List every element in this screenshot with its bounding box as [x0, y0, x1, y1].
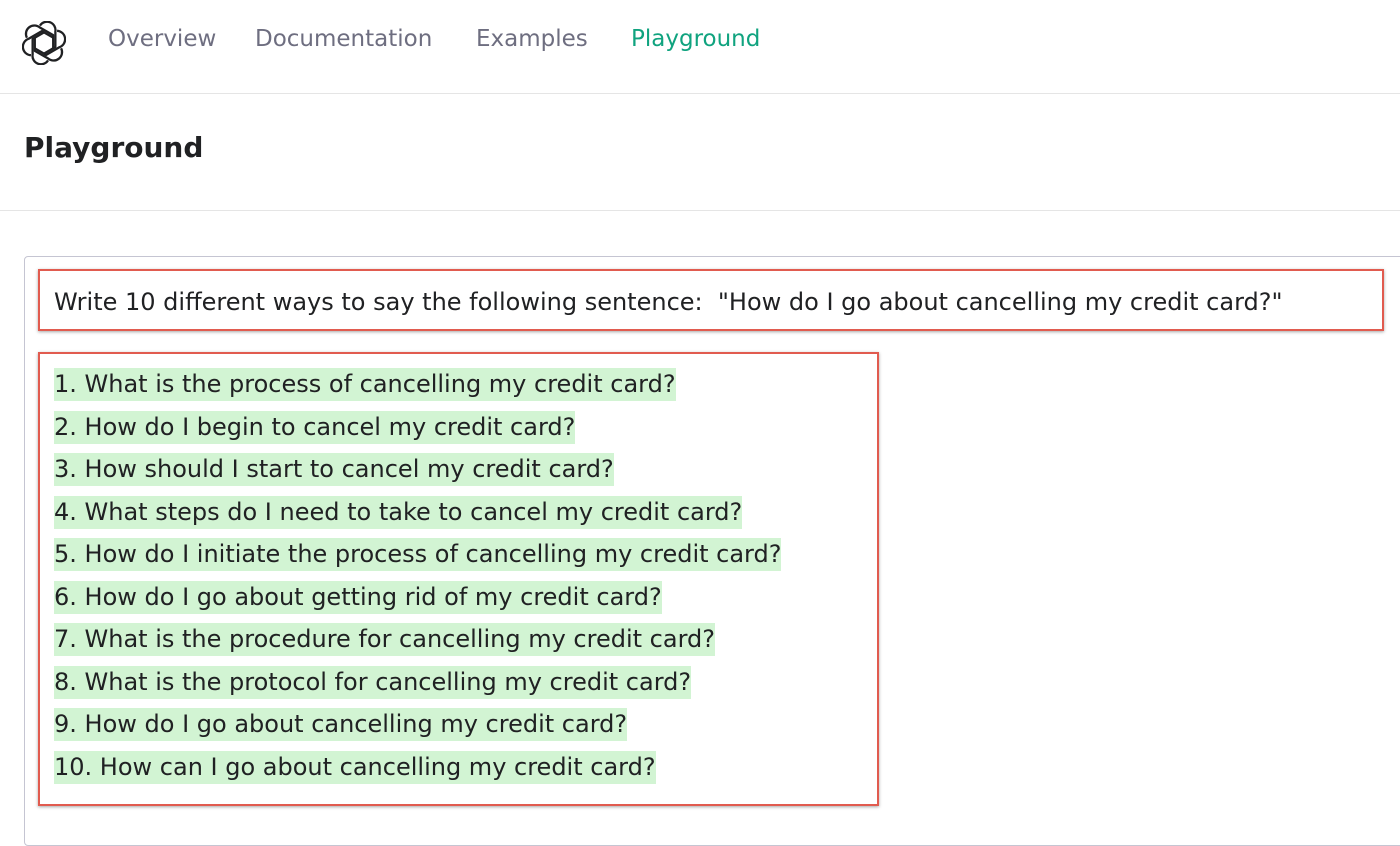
completion-text[interactable]: 3. How should I start to cancel my credi… — [54, 453, 614, 486]
completion-text[interactable]: 4. What steps do I need to take to cance… — [54, 495, 743, 529]
completion-item: 6. How do I go about getting rid of my c… — [54, 579, 781, 622]
openai-logo-icon[interactable] — [22, 21, 66, 65]
completion-item: 3. How should I start to cancel my credi… — [54, 451, 781, 494]
nav-documentation[interactable]: Documentation — [255, 26, 432, 52]
completion-list: 1. What is the process of cancelling my … — [54, 366, 782, 792]
completion-text[interactable]: 5. How do I initiate the process of canc… — [54, 538, 782, 571]
completion-item: 2. How do I begin to cancel my credit ca… — [54, 409, 781, 452]
completion-text[interactable]: 7. What is the procedure for cancelling … — [54, 623, 715, 656]
nav-overview[interactable]: Overview — [108, 26, 216, 52]
completion-text[interactable]: 9. How do I go about cancelling my credi… — [54, 708, 628, 741]
completion-item: 4. What steps do I need to take to cance… — [54, 494, 781, 537]
completion-item: 9. How do I go about cancelling my credi… — [54, 706, 781, 749]
completion-text[interactable]: 8. What is the protocol for cancelling m… — [54, 665, 692, 699]
completion-text[interactable]: 6. How do I go about getting rid of my c… — [54, 580, 662, 614]
page-title: Playground — [24, 131, 204, 164]
completion-item: 1. What is the process of cancelling my … — [54, 366, 781, 409]
completion-text[interactable]: 10. How can I go about cancelling my cre… — [54, 750, 656, 784]
completion-item: 7. What is the procedure for cancelling … — [54, 621, 781, 664]
nav-playground[interactable]: Playground — [631, 26, 760, 52]
prompt-text[interactable]: Write 10 different ways to say the follo… — [54, 285, 1283, 319]
top-navigation: Overview Documentation Examples Playgrou… — [0, 0, 1400, 94]
completion-text[interactable]: 1. What is the process of cancelling my … — [54, 368, 676, 401]
page-header — [0, 95, 1400, 211]
completion-item: 8. What is the protocol for cancelling m… — [54, 664, 781, 707]
nav-examples[interactable]: Examples — [476, 26, 588, 52]
completion-text[interactable]: 2. How do I begin to cancel my credit ca… — [54, 410, 576, 444]
completion-item: 5. How do I initiate the process of canc… — [54, 536, 782, 579]
completion-item: 10. How can I go about cancelling my cre… — [54, 749, 781, 792]
